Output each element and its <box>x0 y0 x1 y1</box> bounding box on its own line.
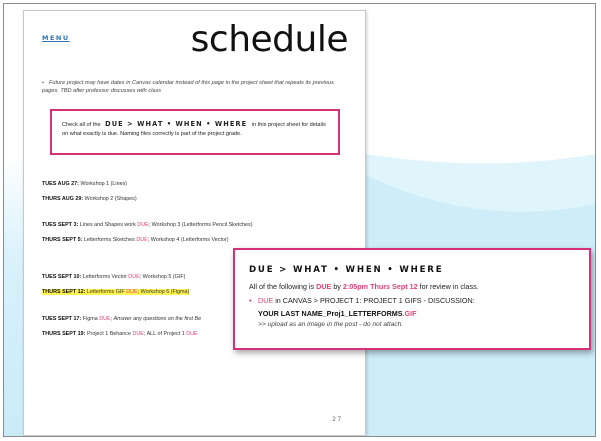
schedule-text-italic: Answer any questions on the first Be <box>113 316 202 322</box>
file-extension: .GIF <box>402 309 417 318</box>
callout-line-location: DUE in CANVAS > PROJECT 1: PROJECT 1 GIF… <box>249 296 589 305</box>
schedule-row: THURS AUG 29: Workshop 2 (Shapes) <box>42 196 137 202</box>
due-label: DUE <box>136 237 148 243</box>
schedule-row: THURS SEPT 5: Letterforms Sketches DUE; … <box>42 237 229 243</box>
schedule-text: Workshop 1 (Lines) <box>80 181 128 187</box>
schedule-row: TUES SEPT 17: Figma DUE; Answer any ques… <box>42 316 201 322</box>
project-sheet-page: MENU schedule • Future project may have d… <box>23 10 366 436</box>
schedule-text: ; ALL of Project 1 <box>143 331 185 337</box>
check-text-header: DUE > WHAT • WHEN • WHERE <box>105 120 248 128</box>
schedule-date: THURS SEPT 5: <box>42 237 83 243</box>
callout-text: All of the following is <box>249 282 315 291</box>
due-label: DUE <box>132 331 144 337</box>
schedule-row-highlighted: THURS SEPT 12: Letterforms GIF DUE; Work… <box>42 289 190 295</box>
due-label: DUE <box>316 282 332 291</box>
filename-text: YOUR LAST NAME_Proj1_LETTERFORMS <box>258 309 403 318</box>
schedule-text: Project 1 Behance <box>86 331 131 337</box>
page-title: schedule <box>190 19 349 60</box>
due-callout-box: DUE > WHAT • WHEN • WHERE All of the fol… <box>233 248 591 350</box>
due-time: 2:05pm Thurs Sept 12 <box>342 282 418 291</box>
calendar-note: • Future project may have dates in Canvas… <box>42 79 352 95</box>
schedule-date: THURS AUG 29: <box>42 196 84 202</box>
due-label: DUE <box>137 222 149 228</box>
schedule-text: ; Workshop 5 (GIF) <box>139 274 186 280</box>
schedule-date: THURS SEPT 19: <box>42 331 86 337</box>
schedule-date: TUES AUG 27: <box>42 181 79 187</box>
schedule-text: Workshop 2 (Shapes) <box>84 196 137 202</box>
schedule-text: ; <box>110 316 113 322</box>
schedule-text: Letterforms GIF <box>86 289 125 295</box>
check-all-text: Check all of the DUE > WHAT • WHEN • WHE… <box>62 120 328 139</box>
menu-link[interactable]: MENU <box>42 34 70 42</box>
schedule-text: ; Workshop 6 (Figma) <box>137 289 190 295</box>
schedule-text: Figma <box>82 316 98 322</box>
schedule-date: THURS SEPT 12: <box>42 289 86 295</box>
callout-text: by <box>333 282 341 291</box>
schedule-date: TUES SEPT 17: <box>42 316 82 322</box>
schedule-text: Letterforms Sketches <box>83 237 135 243</box>
schedule-row: THURS SEPT 19: Project 1 Behance DUE; AL… <box>42 331 198 337</box>
schedule-text: ; Workshop 4 (Letterforms Vector) <box>147 237 229 243</box>
callout-header: DUE > WHAT • WHEN • WHERE <box>249 265 444 275</box>
schedule-row: TUES SEPT 3: Lines and Shapes work DUE; … <box>42 222 253 228</box>
highlight-mark: THURS SEPT 12: Letterforms GIF DUE; Work… <box>42 289 190 295</box>
schedule-text: ; Workshop 3 (Letterforms Pencil Sketche… <box>148 222 253 228</box>
schedule-date: TUES SEPT 10: <box>42 274 82 280</box>
callout-line-upload-note: >> upload as an image in the post - do n… <box>258 321 404 328</box>
due-label: DUE <box>258 296 274 305</box>
callout-text: in CANVAS > PROJECT 1: PROJECT 1 GIFS - … <box>275 296 475 305</box>
calendar-note-text: Future project may have dates in Canvas … <box>42 80 334 94</box>
check-text-before: Check all of the <box>62 122 101 128</box>
page-number: 27 <box>332 417 343 423</box>
callout-line-due-time: All of the following is DUE by 2:05pm Th… <box>249 282 589 291</box>
schedule-text: Lines and Shapes work <box>79 222 136 228</box>
screenshot-frame: MENU schedule • Future project may have d… <box>3 3 596 437</box>
callout-line-filename: YOUR LAST NAME_Proj1_LETTERFORMS.GIF <box>249 309 589 318</box>
due-label: DUE <box>186 331 198 337</box>
check-all-box: Check all of the DUE > WHAT • WHEN • WHE… <box>50 109 340 155</box>
callout-text: for review in class. <box>419 282 479 291</box>
due-label: DUE <box>128 274 140 280</box>
schedule-date: TUES SEPT 3: <box>42 222 79 228</box>
due-label: DUE <box>99 316 111 322</box>
due-label: DUE <box>126 289 138 295</box>
bullet-icon: • <box>42 80 44 86</box>
schedule-text: Letterforms Vector <box>82 274 127 280</box>
schedule-row: TUES AUG 27: Workshop 1 (Lines) <box>42 181 127 187</box>
schedule-row: TUES SEPT 10: Letterforms Vector DUE; Wo… <box>42 274 185 280</box>
